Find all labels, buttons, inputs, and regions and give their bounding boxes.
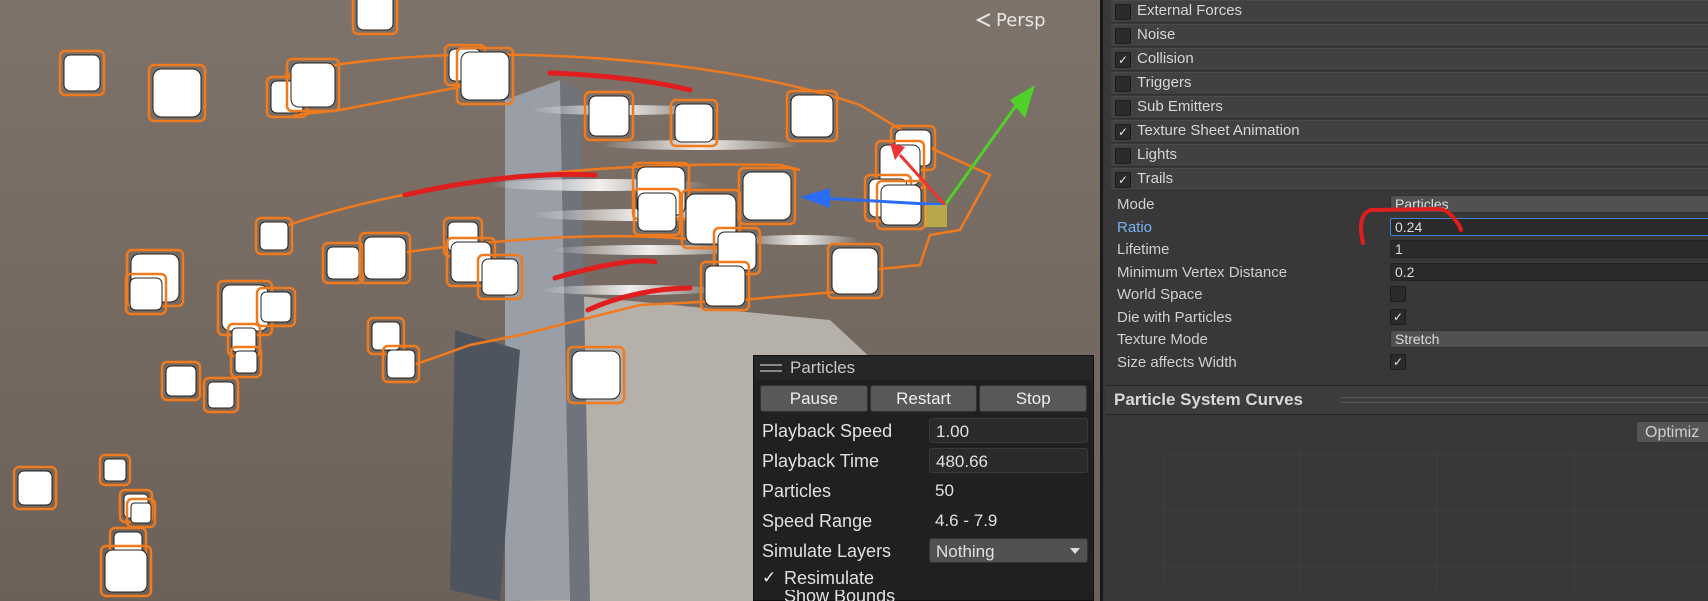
particle-sprite — [104, 549, 148, 593]
module-checkbox[interactable]: ✓ — [1115, 124, 1131, 140]
particle-sprite — [386, 349, 416, 379]
module-row[interactable]: Triggers — [1111, 72, 1708, 95]
particle-sprite — [588, 95, 630, 137]
particle-sprite — [363, 236, 407, 280]
particle-sprite — [17, 470, 53, 506]
pause-button[interactable]: Pause — [760, 385, 868, 412]
particle-sprite — [207, 381, 235, 409]
particle-sprite — [704, 265, 746, 307]
particle-sprite — [674, 103, 714, 143]
world-space-checkbox[interactable] — [1390, 286, 1406, 302]
world-space-label: World Space — [1117, 286, 1203, 303]
module-label: Trails — [1137, 170, 1174, 187]
die-with-particles-checkbox[interactable]: ✓ — [1390, 308, 1406, 325]
particle-sprite — [234, 350, 258, 374]
playback-speed-label: Playback Speed — [762, 421, 893, 441]
mode-label: Mode — [1117, 196, 1155, 213]
module-checkbox[interactable]: ✓ — [1115, 172, 1131, 188]
module-checkbox[interactable]: ✓ — [1115, 52, 1131, 68]
module-list: External Forces Noise ✓ Collision Triggers Su… — [1103, 0, 1708, 192]
particle-sprite — [742, 171, 792, 221]
scene-view[interactable]: Persp Particles Pause Restart Stop Playb… — [0, 0, 1100, 601]
particle-sprite — [326, 246, 360, 280]
module-checkbox[interactable] — [1115, 76, 1131, 92]
particle-sprite — [481, 258, 519, 296]
particle-sprite — [571, 350, 621, 400]
particle-sprite — [460, 51, 510, 101]
inspector-panel: External Forces Noise ✓ Collision Triggers Su… — [1100, 0, 1708, 601]
particle-sprite — [259, 221, 289, 251]
module-row[interactable]: External Forces — [1111, 0, 1708, 23]
particle-sprite — [165, 365, 197, 397]
resimulate-checkbox[interactable]: ✓ — [762, 566, 776, 590]
particle-sprite — [129, 277, 163, 311]
playback-time-field[interactable]: 480.66 — [929, 448, 1088, 473]
module-label: Lights — [1137, 146, 1178, 163]
module-row[interactable]: Noise — [1111, 24, 1708, 47]
particle-sprite — [231, 327, 257, 353]
particle-sprite — [831, 247, 879, 295]
module-checkbox[interactable] — [1115, 148, 1131, 164]
simulate-layers-dropdown[interactable]: Nothing — [929, 538, 1088, 563]
size-affects-width-checkbox[interactable]: ✓ — [1390, 353, 1406, 370]
particle-sprite — [103, 458, 127, 482]
particles-count-value: 50 — [935, 481, 954, 500]
particles-count-label: Particles — [762, 481, 832, 501]
texture-mode-label: Texture Mode — [1117, 331, 1208, 348]
module-checkbox[interactable] — [1115, 100, 1131, 116]
simulate-layers-label: Simulate Layers — [762, 541, 892, 561]
panel-title: Particles — [790, 358, 856, 377]
ratio-annotation — [1359, 206, 1463, 245]
stop-button[interactable]: Stop — [979, 385, 1088, 412]
particle-sprite — [260, 291, 292, 323]
restart-button[interactable]: Restart — [869, 385, 978, 412]
module-row[interactable]: ✓ Collision — [1111, 48, 1708, 71]
ratio-label: Ratio — [1117, 218, 1153, 236]
playback-speed-field[interactable]: 1.00 — [929, 418, 1088, 443]
module-checkbox[interactable] — [1115, 28, 1131, 44]
curves-title: Particle System Curves — [1114, 390, 1303, 409]
module-row[interactable]: ✓ Trails — [1111, 168, 1708, 191]
optimize-button[interactable]: Optimiz — [1636, 421, 1708, 443]
speed-range-label: Speed Range — [762, 511, 873, 531]
particle-sprite — [880, 184, 922, 226]
show-bounds-label: Show Bounds — [784, 590, 896, 601]
curves-header[interactable]: Particle System Curves — [1106, 385, 1708, 415]
module-row[interactable]: Sub Emitters — [1111, 96, 1708, 119]
module-label: Sub Emitters — [1137, 98, 1223, 115]
module-label: Collision — [1137, 50, 1194, 67]
module-row[interactable]: Lights — [1111, 144, 1708, 167]
module-label: Texture Sheet Animation — [1137, 122, 1300, 139]
speed-range-value: 4.6 - 7.9 — [935, 511, 998, 530]
module-label: Noise — [1137, 26, 1176, 43]
drag-handle-icon[interactable] — [760, 364, 782, 372]
view-label[interactable]: Persp — [996, 10, 1046, 31]
lifetime-label: Lifetime — [1117, 241, 1170, 258]
curves-grid[interactable] — [1163, 450, 1708, 590]
resimulate-label: Resimulate — [784, 568, 875, 588]
wall-front — [505, 80, 570, 601]
playback-time-label: Playback Time — [762, 451, 880, 471]
particle-sprite — [290, 62, 336, 108]
particle-sprite — [152, 68, 202, 118]
module-checkbox[interactable] — [1115, 4, 1131, 20]
module-row[interactable]: ✓ Texture Sheet Animation — [1111, 120, 1708, 143]
particle-sprite — [130, 502, 152, 524]
particle-sprite — [790, 94, 834, 138]
texture-mode-dropdown[interactable]: Stretch — [1390, 330, 1708, 348]
size-affects-width-label: Size affects Width — [1117, 353, 1237, 371]
particle-sprite — [717, 231, 757, 271]
particle-sprite — [63, 54, 101, 92]
particles-panel: Particles Pause Restart Stop Playback Sp… — [753, 355, 1094, 601]
simulate-layers-value: Nothing — [936, 542, 995, 561]
module-label: External Forces — [1137, 2, 1243, 19]
chevron-down-icon — [1070, 548, 1080, 554]
module-label: Triggers — [1137, 74, 1192, 91]
die-with-particles-label: Die with Particles — [1117, 308, 1233, 326]
particle-sprite — [356, 0, 394, 31]
drag-handle-icon — [1341, 397, 1708, 403]
min-vertex-distance-field[interactable]: 0.2 — [1390, 262, 1708, 281]
min-vertex-distance-label: Minimum Vertex Distance — [1117, 263, 1288, 281]
particle-sprite — [637, 192, 677, 232]
